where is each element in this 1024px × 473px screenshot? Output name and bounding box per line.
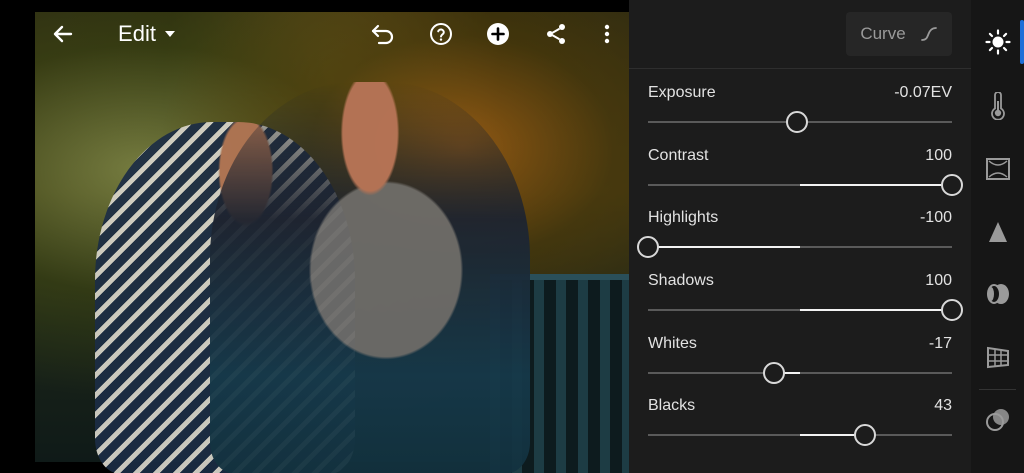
undo-button[interactable] xyxy=(367,12,399,56)
add-button[interactable] xyxy=(482,12,514,56)
slider-blacks: Blacks 43 xyxy=(648,397,952,452)
mode-dropdown[interactable]: Edit xyxy=(115,12,179,56)
slider-fill xyxy=(800,184,952,186)
rail-optics-button[interactable] xyxy=(971,272,1024,316)
slider-label: Highlights xyxy=(648,209,719,226)
light-icon xyxy=(984,29,1011,55)
slider-thumb[interactable] xyxy=(941,299,963,321)
panel-divider xyxy=(629,68,971,69)
detail-icon xyxy=(988,222,1007,242)
rail-color-button[interactable] xyxy=(971,84,1024,128)
photo-canvas[interactable] xyxy=(35,12,665,473)
color-temperature-icon xyxy=(990,92,1005,120)
slider-whites: Whites -17 xyxy=(648,335,952,390)
rail-divider xyxy=(979,389,1016,390)
curve-button[interactable]: Curve xyxy=(846,12,952,56)
curve-icon xyxy=(920,27,937,41)
arrow-left-icon xyxy=(53,25,73,43)
slider-value[interactable]: -0.07EV xyxy=(894,84,952,102)
slider-track[interactable] xyxy=(648,372,952,374)
help-circle-icon xyxy=(430,23,452,45)
add-circle-icon xyxy=(487,23,509,45)
photo-subject-man xyxy=(210,82,530,473)
undo-icon xyxy=(371,24,394,45)
slider-label: Shadows xyxy=(648,272,714,289)
slider-contrast: Contrast 100 xyxy=(648,147,963,202)
mode-label: Edit xyxy=(118,21,156,46)
slider-thumb[interactable] xyxy=(763,362,786,384)
back-button[interactable] xyxy=(47,12,79,56)
curve-label: Curve xyxy=(860,24,906,43)
more-button[interactable] xyxy=(591,12,623,56)
slider-thumb[interactable] xyxy=(637,236,659,258)
rail-detail-button[interactable] xyxy=(971,210,1024,254)
slider-value[interactable]: -17 xyxy=(929,335,952,353)
slider-shadows: Shadows 100 xyxy=(648,272,963,327)
tool-rail xyxy=(971,0,1024,473)
slider-highlights: Highlights -100 xyxy=(637,209,952,264)
slider-label: Blacks xyxy=(648,397,696,414)
rail-effects-button[interactable] xyxy=(971,147,1024,191)
slider-fill xyxy=(800,309,952,311)
slider-thumb[interactable] xyxy=(854,424,877,446)
effects-icon xyxy=(985,158,1010,180)
slider-value[interactable]: 100 xyxy=(925,147,952,165)
slider-label: Whites xyxy=(648,335,697,352)
slider-value[interactable]: 100 xyxy=(925,272,952,290)
slider-label: Contrast xyxy=(648,147,709,164)
share-icon xyxy=(547,24,565,44)
optics-icon xyxy=(986,284,1009,304)
rail-light-button[interactable] xyxy=(971,20,1024,64)
slider-fill xyxy=(648,246,800,248)
caret-down-icon xyxy=(164,31,175,37)
slider-value[interactable]: 43 xyxy=(934,397,952,415)
rail-presets-button[interactable] xyxy=(971,398,1024,442)
more-vertical-icon xyxy=(604,24,610,44)
top-toolbar: Edit xyxy=(35,12,629,56)
slider-label: Exposure xyxy=(648,84,716,101)
slider-thumb[interactable] xyxy=(941,174,963,196)
help-button[interactable] xyxy=(425,12,457,56)
share-button[interactable] xyxy=(540,12,572,56)
slider-exposure: Exposure -0.07EV xyxy=(648,84,952,139)
slider-thumb[interactable] xyxy=(785,111,808,133)
slider-value[interactable]: -100 xyxy=(920,209,952,227)
rail-geometry-button[interactable] xyxy=(971,335,1024,379)
light-adjustment-panel: Curve Exposure -0.07EV Contrast 100 High… xyxy=(629,0,971,473)
geometry-icon xyxy=(986,346,1009,369)
presets-icon xyxy=(985,409,1009,431)
